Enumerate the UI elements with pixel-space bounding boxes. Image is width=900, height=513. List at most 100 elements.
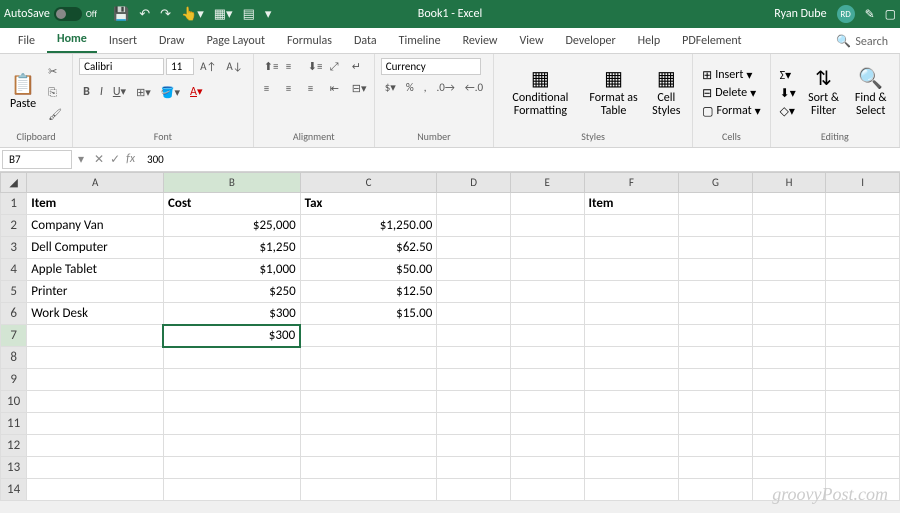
col-header-F[interactable]: F xyxy=(584,173,679,193)
cell[interactable] xyxy=(510,457,584,479)
cell[interactable]: $1,000 xyxy=(163,259,300,281)
cell[interactable] xyxy=(679,259,753,281)
row-header[interactable]: 2 xyxy=(1,215,27,237)
cell[interactable] xyxy=(584,259,679,281)
format-as-table-button[interactable]: ▦Format as Table xyxy=(585,66,643,120)
col-header-H[interactable]: H xyxy=(752,173,826,193)
comma-icon[interactable]: , xyxy=(420,79,431,96)
cell[interactable] xyxy=(510,325,584,347)
cell[interactable] xyxy=(300,391,437,413)
tab-help[interactable]: Help xyxy=(628,29,671,53)
enter-formula-icon[interactable]: ✓ xyxy=(110,152,120,167)
cell[interactable] xyxy=(752,281,826,303)
cell[interactable] xyxy=(437,259,511,281)
cell[interactable] xyxy=(510,479,584,501)
cell[interactable] xyxy=(584,413,679,435)
cell[interactable]: Apple Tablet xyxy=(27,259,164,281)
cell[interactable] xyxy=(437,237,511,259)
cut-icon[interactable]: ✂ xyxy=(44,63,66,80)
cell[interactable] xyxy=(510,259,584,281)
cell[interactable] xyxy=(679,369,753,391)
cell[interactable] xyxy=(510,193,584,215)
cell[interactable]: $50.00 xyxy=(300,259,437,281)
cell[interactable] xyxy=(163,479,300,501)
spreadsheet-grid[interactable]: ◢ A B C D E F G H I 1 Item Cost Tax Item… xyxy=(0,172,900,501)
cell[interactable] xyxy=(510,347,584,369)
cell[interactable] xyxy=(826,435,900,457)
find-select-button[interactable]: 🔍Find & Select xyxy=(848,66,893,120)
cell[interactable] xyxy=(27,413,164,435)
search-box[interactable]: 🔍 Search xyxy=(824,30,900,53)
cell[interactable]: $25,000 xyxy=(163,215,300,237)
cell[interactable] xyxy=(826,369,900,391)
row-header[interactable]: 7 xyxy=(1,325,27,347)
row-header[interactable]: 12 xyxy=(1,435,27,457)
cell[interactable] xyxy=(584,347,679,369)
cell[interactable] xyxy=(826,347,900,369)
cell[interactable] xyxy=(584,457,679,479)
format-button[interactable]: ▢Format▾ xyxy=(699,103,763,120)
cell[interactable]: $300 xyxy=(163,303,300,325)
col-header-A[interactable]: A xyxy=(27,173,164,193)
save-icon[interactable]: 💾 xyxy=(113,7,129,22)
cell[interactable] xyxy=(752,237,826,259)
simplify-ribbon-icon[interactable]: ✎ xyxy=(865,7,875,22)
align-center-icon[interactable]: ≡ xyxy=(282,80,302,97)
cell[interactable] xyxy=(679,347,753,369)
row-header[interactable]: 6 xyxy=(1,303,27,325)
avatar[interactable]: RD xyxy=(837,5,855,23)
cell[interactable] xyxy=(437,281,511,303)
cell[interactable] xyxy=(300,369,437,391)
cell[interactable] xyxy=(679,479,753,501)
cell[interactable] xyxy=(752,369,826,391)
cell[interactable] xyxy=(27,369,164,391)
align-middle-icon[interactable]: ≡ xyxy=(282,58,302,76)
cell[interactable]: Work Desk xyxy=(27,303,164,325)
col-header-E[interactable]: E xyxy=(510,173,584,193)
decrease-decimal-icon[interactable]: ←.0 xyxy=(461,79,487,96)
currency-icon[interactable]: $▾ xyxy=(381,79,400,96)
cell[interactable] xyxy=(27,325,164,347)
cell[interactable]: Item xyxy=(27,193,164,215)
bold-button[interactable]: B xyxy=(79,83,94,101)
cell[interactable] xyxy=(300,435,437,457)
tab-data[interactable]: Data xyxy=(344,29,387,53)
col-header-B[interactable]: B xyxy=(163,173,300,193)
col-header-I[interactable]: I xyxy=(826,173,900,193)
autosum-button[interactable]: Σ▾ xyxy=(777,67,799,84)
cell[interactable] xyxy=(163,435,300,457)
cell[interactable] xyxy=(27,347,164,369)
cell[interactable] xyxy=(752,193,826,215)
cell[interactable] xyxy=(679,303,753,325)
align-bottom-icon[interactable]: ⬇≡ xyxy=(304,58,324,76)
align-left-icon[interactable]: ≡ xyxy=(260,80,280,97)
row-header[interactable]: 3 xyxy=(1,237,27,259)
fill-color-button[interactable]: 🪣▾ xyxy=(157,84,184,101)
cell[interactable] xyxy=(826,237,900,259)
wrap-text-icon[interactable]: ↵ xyxy=(348,58,368,76)
cell[interactable] xyxy=(27,435,164,457)
cell[interactable] xyxy=(300,347,437,369)
cell[interactable] xyxy=(752,391,826,413)
cell-styles-button[interactable]: ▦Cell Styles xyxy=(646,66,686,120)
percent-icon[interactable]: % xyxy=(402,79,418,96)
formula-input[interactable] xyxy=(141,151,900,168)
cell[interactable] xyxy=(27,457,164,479)
tab-developer[interactable]: Developer xyxy=(556,29,626,53)
tab-pdfelement[interactable]: PDFelement xyxy=(672,29,751,53)
undo-icon[interactable]: ↶ xyxy=(139,7,150,22)
cell[interactable]: Tax xyxy=(300,193,437,215)
clear-button[interactable]: ◇▾ xyxy=(777,103,799,120)
cell[interactable] xyxy=(826,325,900,347)
italic-button[interactable]: I xyxy=(96,83,107,101)
increase-decimal-icon[interactable]: .0→ xyxy=(432,79,458,96)
cell[interactable] xyxy=(437,479,511,501)
row-header[interactable]: 4 xyxy=(1,259,27,281)
cell[interactable] xyxy=(679,193,753,215)
namebox-dropdown-icon[interactable]: ▾ xyxy=(74,152,88,167)
cell[interactable] xyxy=(826,413,900,435)
row-header[interactable]: 9 xyxy=(1,369,27,391)
tab-timeline[interactable]: Timeline xyxy=(389,29,451,53)
cell[interactable] xyxy=(826,391,900,413)
name-box[interactable] xyxy=(2,150,72,169)
